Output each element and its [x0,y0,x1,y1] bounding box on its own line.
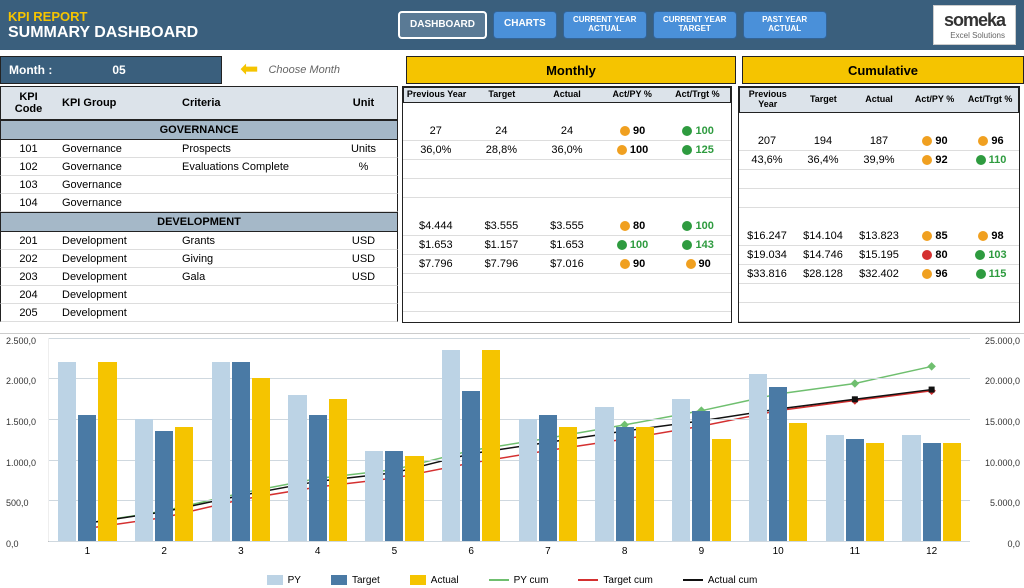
cum-row: $16.247$14.104$13.8238598 [739,227,1019,246]
kpi-table: KPI Code KPI Group Criteria Unit GOVERNA… [0,86,398,323]
cum-row [739,303,1019,322]
table-row: 102GovernanceEvaluations Complete% [0,158,398,176]
monthly-row: $4.444$3.555$3.55580100 [403,217,731,236]
chart: 123456789101112 PY Target Actual PY cum … [0,333,1024,588]
logo-subtitle: Excel Solutions [944,31,1005,40]
table-row: 201DevelopmentGrantsUSD [0,232,398,250]
month-hint: Choose Month [268,64,340,76]
col-actual: Actual [534,88,599,102]
title-block: KPI REPORT SUMMARY DASHBOARD [8,9,388,42]
cumulative-title: Cumulative [742,56,1024,84]
table-row: 103Governance [0,176,398,194]
col-target: Target [469,88,534,102]
table-header: KPI Code KPI Group Criteria Unit [0,86,398,120]
group-headers: Monthly Cumulative [406,56,1024,84]
col-criteria: Criteria [176,93,336,113]
nav-buttons: DASHBOARD CHARTS CURRENT YEAR ACTUAL CUR… [398,11,827,39]
col-unit: Unit [336,93,391,113]
col-target-c: Target [796,93,852,107]
monthly-row [403,293,731,312]
table-row: 202DevelopmentGivingUSD [0,250,398,268]
col-actual-c: Actual [851,93,907,107]
monthly-row [403,179,731,198]
col-acttrgt-c: Act/Trgt % [962,93,1018,107]
monthly-row: $1.653$1.157$1.653100143 [403,236,731,255]
legend-targetcum: Target cum [578,575,652,586]
monthly-title: Monthly [406,56,736,84]
table-row: 205Development [0,304,398,322]
cum-row: $33.816$28.128$32.40296115 [739,265,1019,284]
col-py: Previous Year [404,88,469,102]
logo: someka Excel Solutions [933,5,1016,45]
col-actpy-c: Act/PY % [907,93,963,107]
month-label: Month : [9,63,52,77]
monthly-block: Previous Year Target Actual Act/PY % Act… [402,86,732,323]
table-row: 101GovernanceProspectsUnits [0,140,398,158]
col-code: KPI Code [1,87,56,119]
col-py-c: Previous Year [740,88,796,112]
cum-row [739,189,1019,208]
section-header: GOVERNANCE [0,120,398,140]
app-header: KPI REPORT SUMMARY DASHBOARD DASHBOARD C… [0,0,1024,50]
nav-py-actual[interactable]: PAST YEAR ACTUAL [743,11,827,39]
table-row: 204Development [0,286,398,304]
monthly-row: $7.796$7.796$7.0169090 [403,255,731,274]
col-group: KPI Group [56,93,176,113]
cum-row: 43,6%36,4%39,9%92110 [739,151,1019,170]
cum-row: $19.034$14.746$15.19580103 [739,246,1019,265]
monthly-row: 27242490100 [403,122,731,141]
nav-dashboard[interactable]: DASHBOARD [398,11,487,39]
legend-actualcum: Actual cum [683,575,757,586]
month-row: Month : 05 ⬅ Choose Month Monthly Cumula… [0,56,1024,84]
cum-row [739,284,1019,303]
page-subtitle: SUMMARY DASHBOARD [8,24,388,42]
table-row: 203DevelopmentGalaUSD [0,268,398,286]
legend-actual: Actual [410,575,459,586]
nav-cy-target[interactable]: CURRENT YEAR TARGET [653,11,737,39]
monthly-row [403,274,731,293]
cum-row [739,170,1019,189]
cumulative-block: Previous Year Target Actual Act/PY % Act… [738,86,1020,323]
table-row: 104Governance [0,194,398,212]
plot-area: 123456789101112 [48,338,970,542]
col-actpy: Act/PY % [600,88,665,102]
nav-cy-actual[interactable]: CURRENT YEAR ACTUAL [563,11,647,39]
legend-py: PY [267,575,301,586]
col-acttrgt: Act/Trgt % [665,88,730,102]
arrow-left-icon: ⬅ [240,56,258,84]
legend-pycum: PY cum [489,575,549,586]
cum-row: 2071941879096 [739,132,1019,151]
monthly-row [403,160,731,179]
legend-target: Target [331,575,380,586]
month-selector[interactable]: Month : 05 [0,56,222,84]
chart-legend: PY Target Actual PY cum Target cum Actua… [0,575,1024,586]
month-value: 05 [112,63,125,77]
logo-text: someka [944,10,1005,31]
nav-charts[interactable]: CHARTS [493,11,557,39]
monthly-header: Previous Year Target Actual Act/PY % Act… [403,87,731,103]
report-title: KPI REPORT [8,9,388,24]
tables-wrapper: KPI Code KPI Group Criteria Unit GOVERNA… [0,86,1024,323]
monthly-row: 36,0%28,8%36,0%100125 [403,141,731,160]
section-header: DEVELOPMENT [0,212,398,232]
cum-header: Previous Year Target Actual Act/PY % Act… [739,87,1019,113]
